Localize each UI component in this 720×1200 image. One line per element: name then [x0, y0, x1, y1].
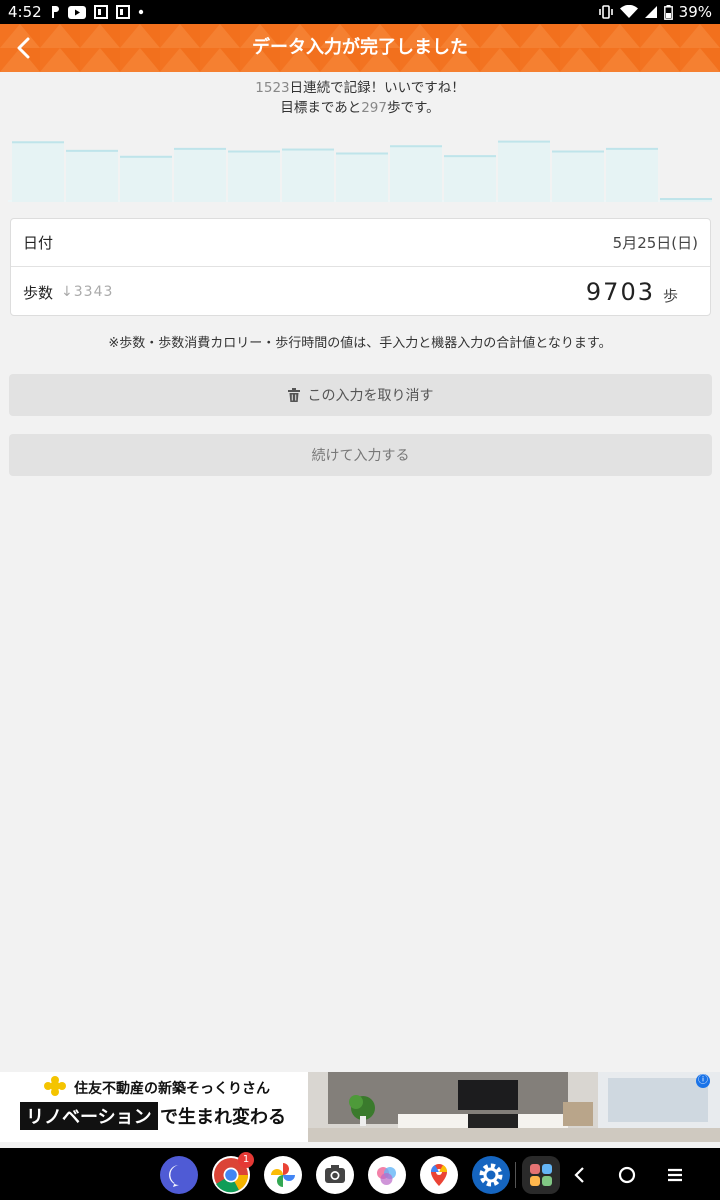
chart-bar — [228, 150, 280, 202]
steps-history-chart — [8, 140, 712, 202]
steps-row: 歩数 ↓3343 9703 歩 — [11, 267, 710, 317]
taskbar-divider — [515, 1162, 516, 1188]
ad-room-photo — [308, 1072, 720, 1142]
messenger-icon[interactable] — [160, 1156, 198, 1194]
chart-bar — [12, 141, 64, 202]
chart-bar-top — [498, 140, 550, 143]
app-drawer-icon[interactable] — [522, 1156, 560, 1194]
date-row: 日付 5月25日(日) — [11, 219, 710, 267]
previous-steps: ↓3343 — [61, 284, 113, 300]
chart-bar — [282, 148, 334, 202]
status-time: 4:52 — [8, 3, 42, 21]
wifi-icon — [619, 5, 638, 19]
chart-bar-top — [606, 147, 658, 150]
photos-icon[interactable] — [264, 1156, 302, 1194]
settings-icon[interactable] — [472, 1156, 510, 1194]
streak-days: 1523 — [255, 80, 290, 96]
ad-banner[interactable]: 住友不動産の新築そっくりさん リノベーション で生まれ変わる ⓘ — [0, 1072, 720, 1142]
chart-bar — [66, 149, 118, 202]
chart-bar-top — [390, 145, 442, 148]
date-value: 5月25日(日) — [612, 234, 698, 252]
goal-prefix: 目標まであと — [280, 100, 362, 116]
ad-brand: 住友不動産の新築そっくりさん — [74, 1081, 270, 1097]
trash-icon — [287, 388, 300, 402]
undo-entry-button[interactable]: この入力を取り消す — [9, 374, 712, 416]
ad-tagline: で生まれ変わる — [160, 1107, 286, 1128]
streak-message: 1523日連続で記録！いいですね！ 目標まであと297歩です。 — [0, 78, 720, 118]
ad-info-icon[interactable]: ⓘ — [696, 1074, 710, 1088]
brand-logo-icon — [44, 1076, 66, 1096]
chart-bar-top — [552, 150, 604, 153]
gallery-icon — [93, 5, 108, 19]
p-icon — [50, 5, 60, 19]
entry-card: 日付 5月25日(日) 歩数 ↓3343 9703 歩 — [10, 218, 711, 316]
streak-line: 1523日連続で記録！いいですね！ — [0, 78, 720, 98]
gallery-icon — [115, 5, 130, 19]
chart-bar — [606, 147, 658, 202]
chart-bar-top — [336, 152, 388, 155]
ad-highlight: リノベーション — [20, 1102, 158, 1130]
app-header: データ入力が完了しました — [0, 24, 720, 72]
chart-bar-top — [444, 155, 496, 158]
continue-entry-button[interactable]: 続けて入力する — [9, 434, 712, 476]
chart-bar-top — [282, 148, 334, 151]
battery-percent: 39% — [678, 3, 712, 21]
chart-bar — [498, 140, 550, 202]
status-bar: 4:52 39% — [0, 0, 720, 24]
down-arrow-icon: ↓ — [61, 284, 74, 300]
chart-bar-top — [12, 141, 64, 144]
goal-suffix: 歩です。 — [387, 100, 440, 116]
chart-bar-top — [660, 198, 712, 201]
steps-value: 9703 — [585, 278, 655, 306]
recents-nav-icon[interactable] — [660, 1160, 690, 1190]
chart-bar — [390, 145, 442, 202]
chrome-icon[interactable]: 1 — [212, 1152, 254, 1194]
goal-line: 目標まであと297歩です。 — [0, 98, 720, 118]
streak-text: 日連続で記録！いいですね！ — [289, 80, 465, 96]
continue-entry-label: 続けて入力する — [311, 448, 410, 464]
chart-bar-top — [120, 155, 172, 158]
maps-icon[interactable] — [420, 1156, 458, 1194]
vibrate-icon — [598, 5, 614, 19]
steps-unit: 歩 — [662, 286, 678, 305]
chart-bar-top — [228, 150, 280, 153]
chrome-badge: 1 — [238, 1152, 254, 1168]
chart-bar — [336, 152, 388, 202]
chart-bar — [444, 155, 496, 202]
goal-remaining-steps: 297 — [361, 100, 387, 116]
previous-steps-value: 3343 — [73, 284, 114, 300]
youtube-icon — [67, 5, 86, 19]
undo-entry-label: この入力を取り消す — [307, 388, 434, 404]
steps-label: 歩数 — [23, 283, 54, 302]
chart-bar — [552, 150, 604, 202]
chart-bar — [120, 155, 172, 202]
signal-icon — [644, 5, 658, 19]
battery-icon — [663, 4, 673, 20]
taskbar: 1 — [0, 1148, 720, 1200]
ad-text-area: 住友不動産の新築そっくりさん リノベーション で生まれ変わる — [0, 1072, 308, 1142]
dot-icon — [138, 9, 144, 15]
date-label: 日付 — [23, 234, 54, 252]
page-title: データ入力が完了しました — [252, 37, 468, 58]
home-nav-icon[interactable] — [612, 1160, 642, 1190]
summary-note: ※歩数・歩数消費カロリー・歩行時間の値は、手入力と機器入力の合計値となります。 — [108, 336, 612, 351]
chart-bar — [174, 147, 226, 202]
back-nav-icon[interactable] — [565, 1160, 595, 1190]
chart-bar-top — [66, 149, 118, 152]
app-icon[interactable] — [368, 1156, 406, 1194]
chart-bar-top — [174, 147, 226, 150]
camera-icon[interactable] — [316, 1156, 354, 1194]
